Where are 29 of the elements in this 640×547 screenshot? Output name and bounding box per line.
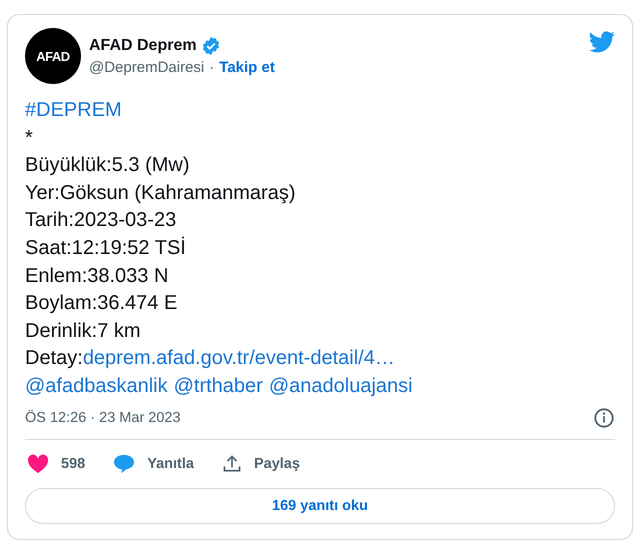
heart-icon [27, 454, 49, 474]
tweet-text: Saat:12:19:52 TSİ [25, 236, 186, 261]
info-icon[interactable] [593, 406, 615, 429]
mention-link[interactable]: @anadoluajansi [268, 372, 413, 401]
read-replies-button[interactable]: 169 yanıtı oku [25, 488, 615, 524]
mention-link[interactable]: @trthaber [174, 372, 263, 401]
like-button[interactable]: 598 [25, 454, 86, 474]
tweet-text: Detay: [25, 346, 83, 372]
speech-bubble-icon [113, 454, 136, 474]
tweet-text: Tarih:2023-03-23 [25, 208, 176, 234]
bird-icon[interactable] [589, 31, 615, 53]
share-button[interactable]: Paylaş [220, 454, 300, 474]
tweet-text: Enlem:38.033 N [25, 264, 168, 289]
avatar[interactable]: AFAD [25, 28, 81, 84]
follow-link[interactable]: Takip et [219, 59, 275, 76]
tweet-text: Büyüklük:5.3 (Mw) [25, 153, 190, 178]
link[interactable]: deprem.afad.gov.tr/event-detail/4… [82, 345, 395, 373]
tweet-text: Yer:Göksun (Kahramanmaraş) [25, 180, 296, 206]
tweet-text: Derinlik:7 km [25, 318, 141, 344]
share-icon [222, 454, 242, 474]
separator: · [209, 59, 214, 76]
reply-button[interactable]: Yanıtla [111, 454, 194, 474]
tweet-text: Boylam:36.474 E [25, 291, 178, 316]
tweet-text: * [25, 126, 33, 151]
mention-link[interactable]: @afadbaskanlik [25, 372, 168, 401]
author-name[interactable]: AFAD Deprem [89, 37, 197, 55]
link[interactable]: #DEPREM [25, 97, 122, 125]
timestamp[interactable]: ÖS 12:26 · 23 Mar 2023 [25, 410, 181, 426]
author-handle[interactable]: @DepremDairesi [89, 59, 204, 76]
